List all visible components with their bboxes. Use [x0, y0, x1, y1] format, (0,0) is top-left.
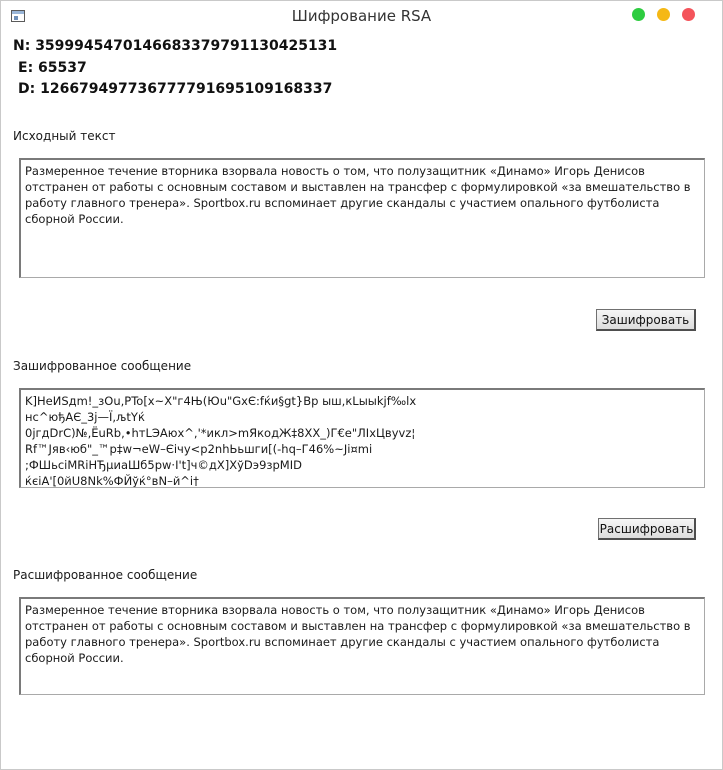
key-e-label: E: 65537 — [18, 60, 87, 76]
cipher-line: 0jгдDrC)№,ЁuRb,•hтLЭАюх^,'*икл>mЯкодЖ‡8Х… — [25, 426, 416, 440]
window-title: Шифрование RSA — [291, 7, 432, 25]
client-area: N: 3599945470146683379791130425131 E: 65… — [9, 31, 715, 762]
main-window: Шифрование RSA N: 3599945470146683379791… — [0, 0, 723, 770]
decrypted-message-box[interactable]: Размеренное течение вторника взорвала но… — [19, 597, 705, 695]
source-text-label: Исходный текст — [13, 129, 116, 143]
cipher-line: ;ФШьсiMRiНЂµиаШб5рw·I't]ч©дХ]ХўDэ9зрMID — [25, 458, 302, 472]
close-button[interactable] — [682, 8, 695, 21]
minimize-button[interactable] — [657, 8, 670, 21]
cipher-line: нс^юђАЄ_3j—Ї,љtYќ — [25, 410, 145, 424]
encrypt-button[interactable]: Зашифровать — [596, 309, 696, 331]
key-n-label: N: 3599945470146683379791130425131 — [13, 38, 338, 54]
decrypted-message-label: Расшифрованное сообщение — [13, 568, 198, 582]
encrypted-message-box[interactable]: K]НеИSдm!_зОu,PTo[x~X"г4Њ(Юu"GxЄ:fќи§gt}… — [19, 388, 705, 488]
encrypted-message-label: Зашифрованное сообщение — [13, 359, 192, 373]
key-d-label: D: 126679497736777791695109168337 — [18, 81, 333, 97]
maximize-button[interactable] — [632, 8, 645, 21]
cipher-line: ќєiА'[0йU8Nk%ФЙўќ°вN–й^i† — [25, 474, 199, 488]
decrypt-button[interactable]: Расшифровать — [598, 518, 696, 540]
title-bar: Шифрование RSA — [1, 1, 722, 31]
cipher-line: K]НеИSдm!_зОu,PTo[x~X"г4Њ(Юu"GxЄ:fќи§gt}… — [25, 394, 417, 408]
source-text-input[interactable]: Размеренное течение вторника взорвала но… — [19, 158, 705, 278]
cipher-line: Rf™Јяв‹юб"_™р‡w¬eW–Єічу<р2nhЬьшги[(-hq–Г… — [25, 442, 373, 456]
